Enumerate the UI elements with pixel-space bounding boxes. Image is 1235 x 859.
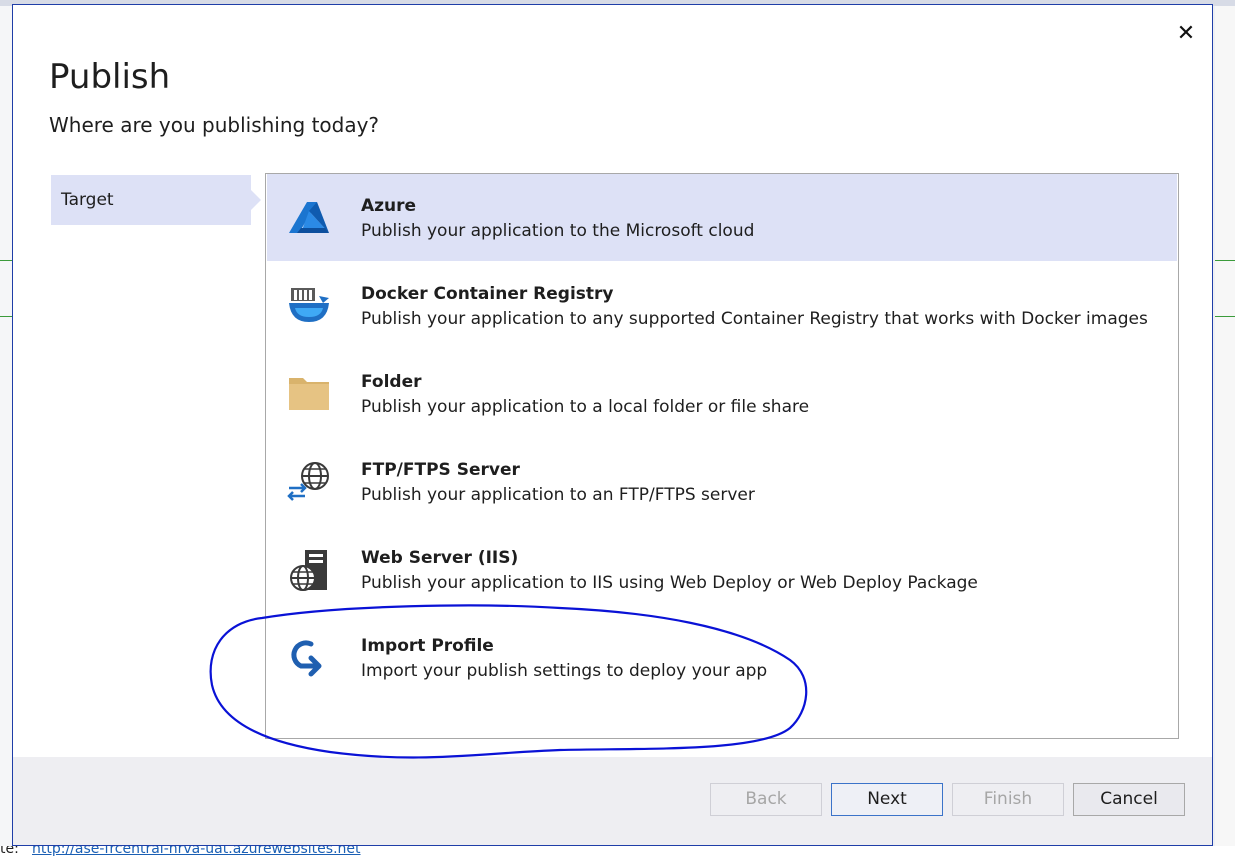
background-divider [0,260,12,261]
target-description: Publish your application to any supporte… [361,309,1148,329]
target-description: Publish your application to IIS using We… [361,573,978,593]
background-divider [1215,260,1235,261]
target-item-import-profile[interactable]: Import Profile Import your publish setti… [267,614,1177,701]
folder-icon [289,378,329,410]
target-description: Import your publish settings to deploy y… [361,661,768,681]
close-button[interactable]: ✕ [1171,19,1201,49]
wizard-step-target[interactable]: Target [51,175,251,225]
target-name: Web Server (IIS) [361,548,519,568]
iis-server-icon [290,550,327,591]
background-divider [0,316,12,317]
publish-target-list: Azure Publish your application to the Mi… [265,173,1179,739]
target-name: Import Profile [361,636,494,656]
target-item-azure[interactable]: Azure Publish your application to the Mi… [267,174,1177,261]
background-ide-right-panel [1215,6,1235,846]
wizard-step-label: Target [61,190,114,210]
target-item-folder[interactable]: Folder Publish your application to a loc… [267,350,1177,437]
target-name: Docker Container Registry [361,284,614,304]
target-description: Publish your application to the Microsof… [361,221,755,241]
site-url-link[interactable]: http://ase-frcentral-hrva-uat.azurewebsi… [32,846,361,856]
wizard-step-pointer [251,190,261,210]
ftp-globe-icon [287,462,329,501]
target-name: Azure [361,196,417,216]
target-item-web-server-iis[interactable]: Web Server (IIS) Publish your applicatio… [267,526,1177,613]
site-label: te: [0,846,19,857]
target-item-docker-container-registry[interactable]: Docker Container Registry Publish your a… [267,262,1177,349]
cancel-button[interactable]: Cancel [1073,783,1185,816]
docker-icon [289,288,329,322]
import-profile-icon [291,640,322,677]
target-name: FTP/FTPS Server [361,460,520,480]
background-divider [1215,316,1235,317]
target-item-ftp-ftps-server[interactable]: FTP/FTPS Server Publish your application… [267,438,1177,525]
next-button[interactable]: Next [831,783,943,816]
finish-button[interactable]: Finish [952,783,1064,816]
close-icon: ✕ [1176,21,1196,46]
dialog-subtitle: Where are you publishing today? [49,113,380,137]
target-description: Publish your application to an FTP/FTPS … [361,485,755,505]
background-ide-left-panel [0,6,12,846]
target-name: Folder [361,372,422,392]
azure-icon [289,202,329,233]
dialog-footer: Back Next Finish Cancel [13,757,1212,845]
background-site-url-bar: te: http://ase-frcentral-hrva-uat.azurew… [0,846,1235,859]
target-description: Publish your application to a local fold… [361,397,810,417]
back-button[interactable]: Back [710,783,822,816]
dialog-title: Publish [49,57,171,97]
publish-dialog: ✕ Publish Where are you publishing today… [12,4,1213,846]
